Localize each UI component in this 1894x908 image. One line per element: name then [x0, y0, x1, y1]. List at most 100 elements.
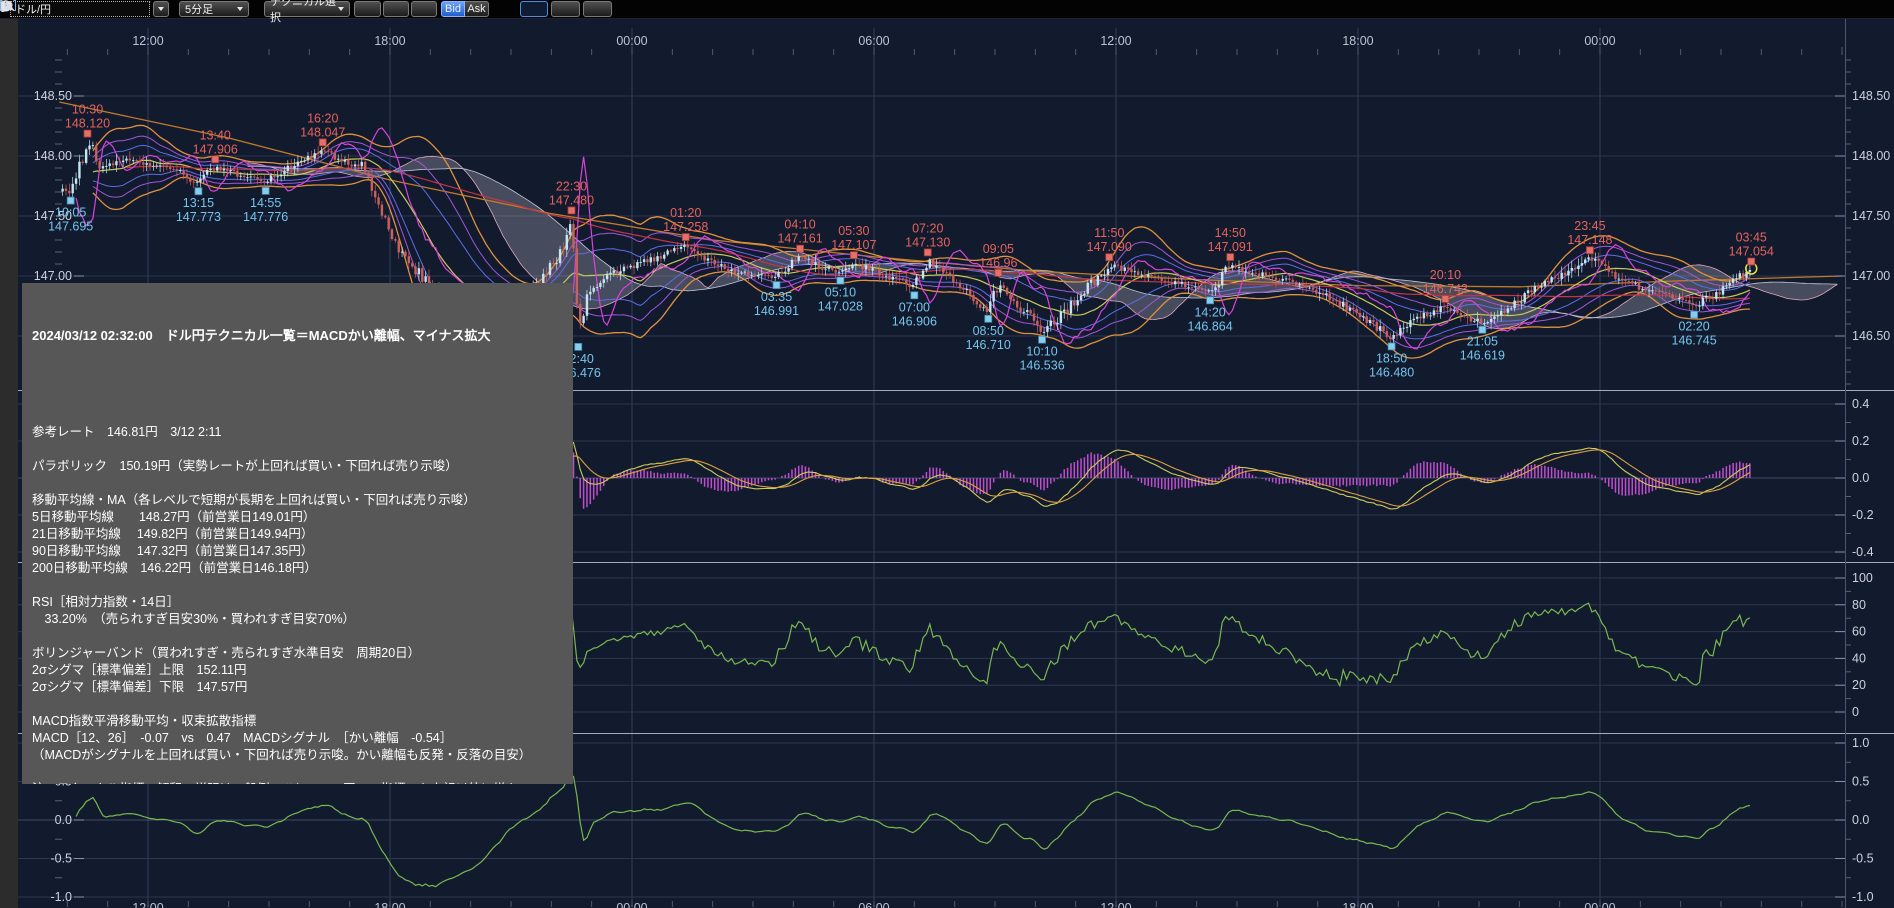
annotation-price-label: 147.258 [663, 220, 708, 234]
price-axis-label: -0.5 [50, 852, 72, 866]
annotation-price-label: 146.745 [1672, 334, 1717, 348]
tooltip-line: MACD［12、26］ -0.07 vs 0.47 MACDシグナル ［かい離幅… [32, 730, 573, 747]
low-marker [1691, 311, 1698, 318]
annotation-price-label: 147.028 [818, 300, 863, 314]
annotation-time-label: 05:30 [838, 224, 869, 238]
annotation-time-label: 04:10 [784, 218, 815, 232]
technical-select-button[interactable]: テクニカル選択 [264, 1, 350, 17]
currency-pair-selector[interactable]: ドル/円 [10, 1, 150, 17]
low-marker [1207, 297, 1214, 304]
vertical-zoom-out-button[interactable] [551, 1, 580, 17]
annotation-time-label: 10:30 [72, 103, 103, 117]
tooltip-line: 2σシグマ［標準偏差］上限 152.11円 [32, 662, 573, 679]
tooltip-line: 参考レート 146.81円 3/12 2:11 [32, 424, 573, 441]
annotation-price-label: 147.906 [193, 142, 238, 156]
low-marker [1479, 326, 1486, 333]
price-axis-label: 40 [1852, 651, 1866, 665]
price-axis-label: -0.2 [1852, 508, 1874, 522]
tooltip-line [32, 475, 573, 492]
time-axis-label: 18:00 [1342, 34, 1373, 48]
draw-tool-button[interactable] [354, 1, 381, 17]
timeframe-select[interactable]: 5分足 [179, 1, 249, 17]
annotation-time-label: 10:10 [1026, 345, 1057, 359]
price-axis-label: 147.00 [1852, 269, 1890, 283]
annotation-price-label: 147.054 [1729, 245, 1774, 259]
price-axis-label: -0.4 [1852, 545, 1874, 559]
vertical-zoom-in-button[interactable] [583, 1, 612, 17]
tooltip-line: MACD指数平滑移動平均・収束拡散指標 [32, 713, 573, 730]
annotation-time-label: 09:05 [983, 242, 1014, 256]
annotation-price-label: 147.091 [1208, 240, 1253, 254]
price-axis-label: 1.0 [1852, 736, 1869, 750]
tooltip-body: 参考レート 146.81円 3/12 2:11パラボリック 150.19円（実勢… [32, 390, 573, 784]
fx-chart-app: 148.50148.50148.00148.00147.50147.50147.… [0, 0, 1894, 908]
low-marker [837, 277, 844, 284]
chevron-down-icon [158, 7, 164, 11]
tooltip-line [32, 407, 573, 424]
price-axis-label: 148.00 [34, 149, 72, 163]
annotation-price-label: 148.120 [65, 117, 110, 131]
tooltip-line: 2σシグマ［標準偏差］下限 147.57円 [32, 679, 573, 696]
low-marker [773, 282, 780, 289]
pair-dropdown-button[interactable] [153, 1, 169, 17]
tooltip-line [32, 696, 573, 713]
tooltip-line: 移動平均線・MA（各レベルで短期が長期を上回れば買い・下回れば売り示唆） [32, 492, 573, 509]
high-marker [1106, 254, 1113, 261]
window-edge [0, 18, 18, 908]
price-axis-label: 147.50 [1852, 209, 1890, 223]
high-marker [1227, 254, 1234, 261]
annotation-price-label: 147.161 [777, 232, 822, 246]
tooltip-line: RSI［相対力指数・14日］ [32, 594, 573, 611]
annotation-time-label: 16:20 [307, 111, 338, 125]
annotation-time-label: 14:55 [250, 196, 281, 210]
annotation-price-label: 147.090 [1087, 240, 1132, 254]
low-marker [67, 197, 74, 204]
annotation-time-label: 01:20 [670, 206, 701, 220]
price-axis-label: 148.50 [1852, 89, 1890, 103]
high-marker [1442, 295, 1449, 302]
tooltip-line [32, 764, 573, 781]
info-button[interactable] [383, 1, 409, 17]
ask-toggle[interactable]: Ask [465, 1, 489, 17]
tooltip-line [32, 577, 573, 594]
annotation-time-label: 18:50 [1376, 351, 1407, 365]
price-axis-label: 0.0 [1852, 471, 1869, 485]
low-marker [1039, 336, 1046, 343]
annotation-time-label: 21:05 [1467, 335, 1498, 349]
annotation-price-label: 146.619 [1460, 349, 1505, 363]
annotation-time-label: 03:35 [761, 290, 792, 304]
pair-label: ドル/円 [15, 1, 51, 17]
tooltip-line: 33.20% （売られすぎ目安30%・買われすぎ目安70%） [32, 611, 573, 628]
tooltip-line: ボリンジャーバンド（買われすぎ・売られすぎ水準目安 周期20日） [32, 645, 573, 662]
high-marker [319, 139, 326, 146]
low-marker [1388, 343, 1395, 350]
tooltip-line [32, 390, 573, 407]
technical-summary-panel: 2024/03/12 02:32:00 ドル円テクニカル一覧＝MACDかい離幅、… [22, 283, 573, 784]
tooltip-line: 200日移動平均線 146.22円（前営業日146.18円） [32, 560, 573, 577]
price-axis-label: 0.0 [55, 813, 72, 827]
high-marker [1748, 258, 1755, 265]
low-marker [575, 343, 582, 350]
time-axis-label: 06:00 [858, 34, 889, 48]
chart-type-button[interactable] [411, 1, 437, 17]
annotation-time-label: 13:15 [183, 196, 214, 210]
high-marker [924, 249, 931, 256]
chevron-down-icon [237, 7, 243, 11]
time-axis-label: 00:00 [616, 34, 647, 48]
annotation-time-label: 08:50 [973, 324, 1004, 338]
high-marker [1586, 247, 1593, 254]
high-marker [568, 207, 575, 214]
fit-scale-button[interactable] [520, 1, 548, 17]
time-axis-label: 18:00 [374, 34, 405, 48]
price-axis-label: 148.50 [34, 89, 72, 103]
price-axis-label: 0 [1852, 705, 1859, 719]
tooltip-line [32, 628, 573, 645]
annotation-time-label: 20:10 [1430, 268, 1461, 282]
price-axis-label: 146.50 [1852, 329, 1890, 343]
annotation-time-label: 22:30 [556, 179, 587, 193]
tooltip-line [32, 441, 573, 458]
price-axis-label: -0.5 [1852, 852, 1874, 866]
high-marker [995, 269, 1002, 276]
annotation-time-label: 14:50 [1215, 226, 1246, 240]
bid-toggle[interactable]: Bid [441, 1, 465, 17]
